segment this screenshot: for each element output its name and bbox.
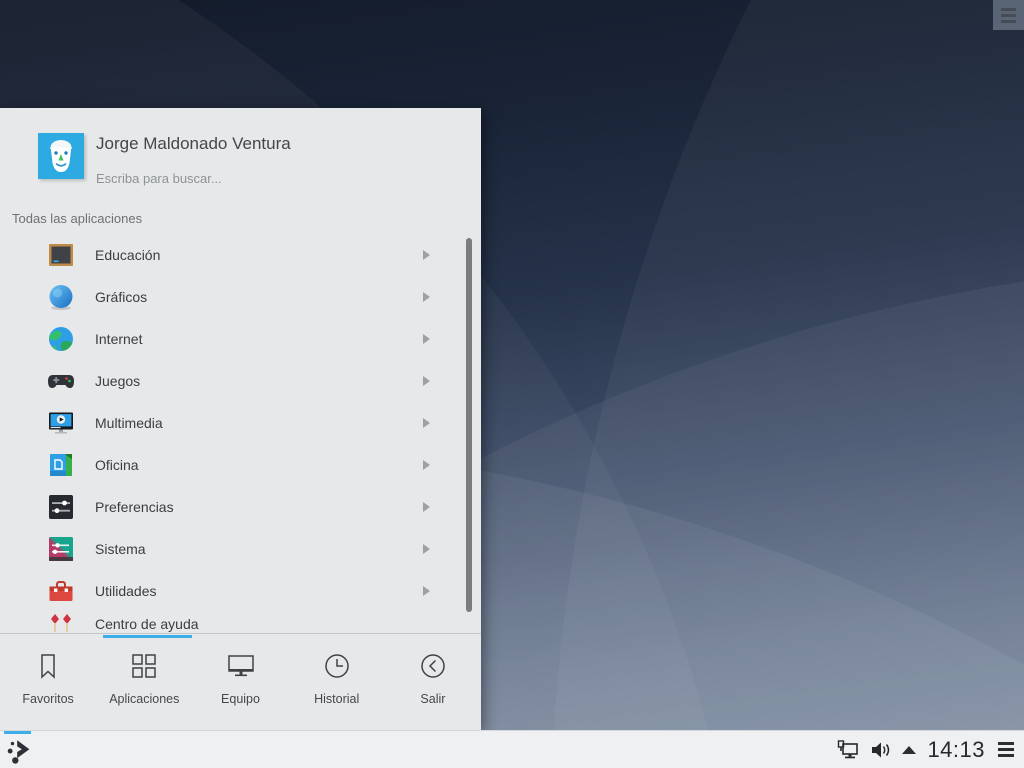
application-launcher-button[interactable] xyxy=(4,731,36,768)
category-label: Preferencias xyxy=(95,499,174,515)
category-label: Educación xyxy=(95,247,161,263)
category-label: Multimedia xyxy=(95,415,163,431)
category-list: Educación Gráficos Internet Juegos Multi… xyxy=(0,234,481,633)
active-launcher-stripe xyxy=(4,731,31,734)
submenu-arrow-icon xyxy=(423,586,430,596)
user-face-icon xyxy=(50,140,72,172)
gamepad-icon xyxy=(48,375,74,388)
submenu-arrow-icon xyxy=(423,544,430,554)
category-row-internet[interactable]: Internet xyxy=(0,318,481,360)
tab-label: Favoritos xyxy=(22,692,74,706)
category-label: Gráficos xyxy=(95,289,148,305)
application-launcher-popup: Jorge Maldonado Ventura Todas las aplica… xyxy=(0,108,481,730)
category-row-sistema[interactable]: Sistema xyxy=(0,528,481,570)
tab-label: Aplicaciones xyxy=(109,692,180,706)
tab-label: Salir xyxy=(420,692,446,706)
sphere-icon xyxy=(49,285,73,310)
submenu-arrow-icon xyxy=(423,250,430,260)
leave-icon xyxy=(421,654,445,678)
toolbox-red-icon xyxy=(49,581,73,601)
category-row-preferencias[interactable]: Preferencias xyxy=(0,486,481,528)
computer-icon xyxy=(227,655,254,677)
launcher-tabbar: Favoritos Aplicaciones Equipo Historial … xyxy=(0,634,481,730)
documents-icon xyxy=(50,454,72,476)
volume-icon[interactable] xyxy=(870,740,891,760)
category-label: Centro de ayuda xyxy=(95,616,199,632)
tab-label: Historial xyxy=(314,692,360,706)
category-row-graficos[interactable]: Gráficos xyxy=(0,276,481,318)
submenu-arrow-icon xyxy=(423,460,430,470)
system-tray: 14:13 xyxy=(837,731,1016,768)
category-row-centro-de-ayuda[interactable]: Centro de ayuda xyxy=(0,603,481,633)
tab-equipo[interactable]: Equipo xyxy=(192,634,288,730)
section-header: Todas las aplicaciones xyxy=(12,211,143,226)
expand-tray-arrow-icon[interactable] xyxy=(902,745,917,754)
grid-icon xyxy=(132,654,157,678)
category-label: Sistema xyxy=(95,541,146,557)
hamburger-icon xyxy=(1001,7,1016,11)
panel-clock[interactable]: 14:13 xyxy=(927,737,985,763)
help-icon xyxy=(51,614,71,632)
category-row-educacion[interactable]: Educación xyxy=(0,234,481,276)
hamburger-icon xyxy=(1001,19,1016,23)
wired-network-icon[interactable] xyxy=(837,739,859,760)
submenu-arrow-icon xyxy=(423,292,430,302)
user-avatar[interactable] xyxy=(38,133,84,179)
scrollbar-thumb[interactable] xyxy=(466,238,472,612)
sliders-dark-icon xyxy=(49,495,73,519)
desktop-toolbox-button[interactable] xyxy=(993,0,1024,30)
panel-hamburger-icon[interactable] xyxy=(996,740,1016,759)
hamburger-icon xyxy=(1001,13,1016,17)
submenu-arrow-icon xyxy=(423,418,430,428)
user-name: Jorge Maldonado Ventura xyxy=(96,134,291,153)
submenu-arrow-icon xyxy=(423,376,430,386)
submenu-arrow-icon xyxy=(423,334,430,344)
kde-plasma-logo-icon xyxy=(7,740,30,764)
tab-historial[interactable]: Historial xyxy=(289,634,385,730)
clock-icon xyxy=(324,654,349,678)
tab-salir[interactable]: Salir xyxy=(385,634,481,730)
category-row-multimedia[interactable]: Multimedia xyxy=(0,402,481,444)
bookmark-icon xyxy=(41,654,55,679)
submenu-arrow-icon xyxy=(423,502,430,512)
taskbar-panel: 14:13 xyxy=(0,730,1024,768)
blackboard-icon xyxy=(49,244,73,266)
category-row-juegos[interactable]: Juegos xyxy=(0,360,481,402)
category-label: Juegos xyxy=(95,373,141,389)
category-label: Utilidades xyxy=(95,583,157,599)
tab-aplicaciones[interactable]: Aplicaciones xyxy=(96,634,192,730)
category-label: Internet xyxy=(95,331,143,347)
search-input[interactable] xyxy=(96,171,396,186)
category-row-oficina[interactable]: Oficina xyxy=(0,444,481,486)
category-label: Oficina xyxy=(95,457,139,473)
monitor-play-icon xyxy=(49,412,73,434)
sliders-gradient-icon xyxy=(49,537,73,561)
tab-favoritos[interactable]: Favoritos xyxy=(0,634,96,730)
tab-label: Equipo xyxy=(221,692,260,706)
globe-icon xyxy=(49,327,73,351)
